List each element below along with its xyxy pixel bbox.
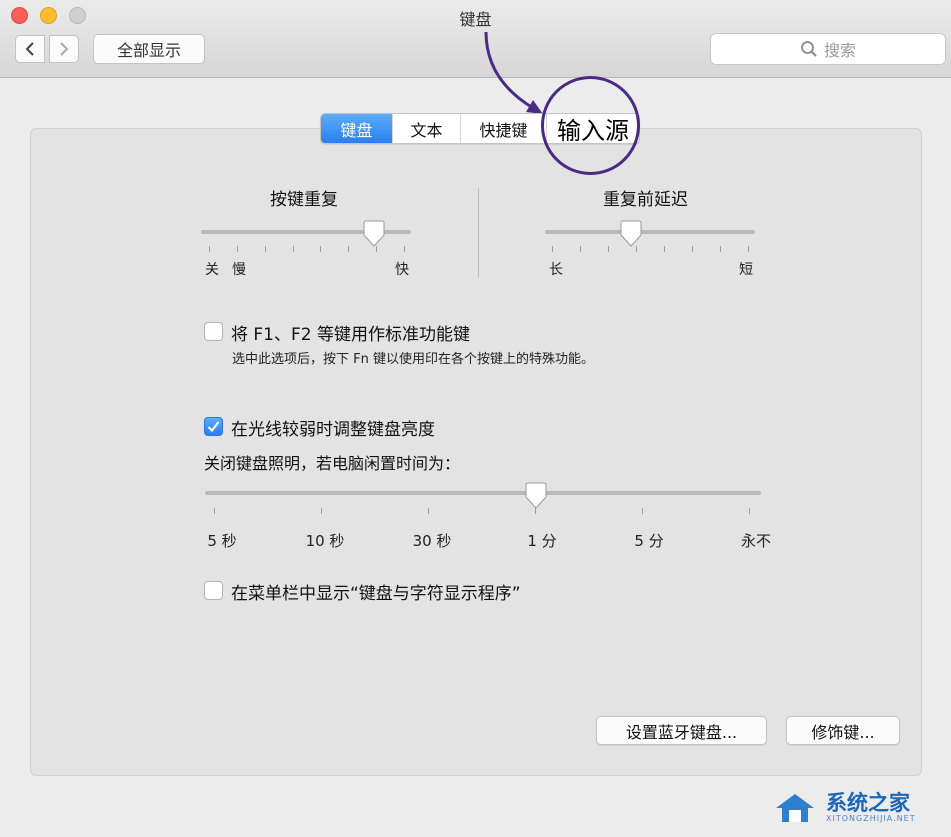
key-repeat-title: 按键重复 xyxy=(270,190,338,210)
delay-repeat-tick xyxy=(692,246,693,252)
section-divider xyxy=(478,188,479,278)
delay-repeat-tick xyxy=(580,246,581,252)
setup-bluetooth-keyboard-button[interactable]: 设置蓝牙键盘... xyxy=(596,716,767,745)
backlight-idle-tick xyxy=(428,508,429,514)
menubar-viewer-checkbox[interactable] xyxy=(204,581,223,600)
delay-repeat-tick xyxy=(664,246,665,252)
modifier-keys-button[interactable]: 修饰键... xyxy=(786,716,900,745)
key-repeat-off-label: 关 xyxy=(205,262,219,278)
key-repeat-fast-label: 快 xyxy=(395,262,409,278)
key-repeat-slider-thumb[interactable] xyxy=(362,220,386,248)
key-repeat-tick xyxy=(264,246,266,252)
backlight-idle-tick-label: 30 秒 xyxy=(412,532,452,550)
key-repeat-tick xyxy=(236,246,238,252)
backlight-idle-tick-label: 10 秒 xyxy=(305,532,345,550)
key-repeat-tick xyxy=(348,246,350,252)
backlight-idle-tick xyxy=(321,508,322,514)
backlight-idle-tick-label: 1 分 xyxy=(527,532,557,550)
delay-repeat-short-label: 短 xyxy=(739,262,753,278)
backlight-checkbox[interactable] xyxy=(204,417,223,436)
delay-repeat-slider[interactable] xyxy=(545,230,755,234)
delay-repeat-slider-thumb[interactable] xyxy=(619,220,643,248)
watermark-text: 系统之家 xyxy=(826,791,910,815)
backlight-idle-slider-thumb[interactable] xyxy=(524,482,548,510)
key-repeat-tick xyxy=(320,246,322,252)
backlight-idle-tick xyxy=(214,508,215,514)
tab-text[interactable]: 文本 xyxy=(393,114,461,143)
annotation-circle xyxy=(541,76,640,175)
backlight-idle-tick xyxy=(642,508,643,514)
menubar-viewer-label: 在菜单栏中显示“键盘与字符显示程序” xyxy=(231,584,521,604)
delay-repeat-tick xyxy=(608,246,609,252)
delay-repeat-long-label: 长 xyxy=(549,262,563,278)
watermark-logo-icon xyxy=(776,794,814,822)
key-repeat-tick xyxy=(209,246,210,252)
tab-keyboard[interactable]: 键盘 xyxy=(321,114,393,143)
delay-repeat-tick xyxy=(552,246,553,252)
fn-keys-description: 选中此选项后，按下 Fn 键以使用印在各个按键上的特殊功能。 xyxy=(232,352,594,367)
backlight-idle-slider[interactable] xyxy=(205,491,761,495)
fn-keys-label: 将 F1、F2 等键用作标准功能键 xyxy=(231,325,470,345)
tab-shortcuts[interactable]: 快捷键 xyxy=(461,114,547,143)
settings-panel xyxy=(30,128,922,776)
backlight-idle-tick-label: 5 秒 xyxy=(207,532,237,550)
backlight-idle-label: 关闭键盘照明，若电脑闲置时间为： xyxy=(204,454,461,473)
key-repeat-tick xyxy=(292,246,294,252)
backlight-idle-tick-label: 5 分 xyxy=(634,532,664,550)
key-repeat-tick xyxy=(404,246,405,252)
backlight-idle-tick-label: 永不 xyxy=(740,532,771,550)
backlight-idle-tick xyxy=(749,508,750,514)
fn-keys-checkbox[interactable] xyxy=(204,322,223,341)
delay-repeat-tick xyxy=(720,246,721,252)
delay-repeat-tick xyxy=(748,246,749,252)
key-repeat-slow-label: 慢 xyxy=(232,262,246,278)
checkmark-icon xyxy=(207,421,220,433)
watermark: 系统之家 XITONGZHIJIA.NET xyxy=(770,784,945,832)
backlight-label: 在光线较弱时调整键盘亮度 xyxy=(231,420,435,440)
watermark-subtext: XITONGZHIJIA.NET xyxy=(826,814,916,823)
delay-repeat-title: 重复前延迟 xyxy=(603,190,688,210)
